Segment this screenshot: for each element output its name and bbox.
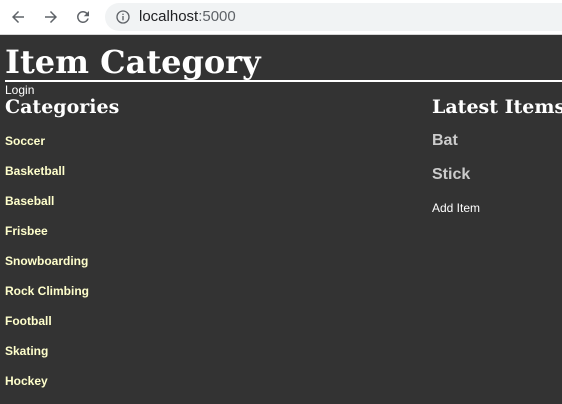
title-divider xyxy=(5,80,562,82)
browser-toolbar: localhost:5000 xyxy=(0,0,562,35)
back-button[interactable] xyxy=(7,6,29,28)
page-title: Item Category xyxy=(5,43,261,81)
back-arrow-icon xyxy=(12,11,24,23)
latest-item-bat[interactable]: Bat xyxy=(432,132,470,166)
info-icon[interactable] xyxy=(115,9,131,25)
category-link-skating[interactable]: Skating xyxy=(5,344,89,374)
latest-item-stick[interactable]: Stick xyxy=(432,166,470,200)
category-list: Soccer Basketball Baseball Frisbee Snowb… xyxy=(5,134,89,404)
forward-arrow-icon xyxy=(45,11,57,23)
forward-button[interactable] xyxy=(40,6,62,28)
category-link-frisbee[interactable]: Frisbee xyxy=(5,224,89,254)
categories-heading: Categories xyxy=(5,96,120,118)
category-link-rock-climbing[interactable]: Rock Climbing xyxy=(5,284,89,314)
url-port: :5000 xyxy=(198,8,236,25)
category-link-basketball[interactable]: Basketball xyxy=(5,164,89,194)
category-link-football[interactable]: Football xyxy=(5,314,89,344)
add-item-link[interactable]: Add Item xyxy=(432,201,480,215)
url-host: localhost xyxy=(139,8,199,25)
latest-items-heading: Latest Items xyxy=(432,96,562,118)
category-link-hockey[interactable]: Hockey xyxy=(5,374,89,404)
latest-items-list: Bat Stick xyxy=(432,132,470,200)
category-link-snowboarding[interactable]: Snowboarding xyxy=(5,254,89,284)
category-link-baseball[interactable]: Baseball xyxy=(5,194,89,224)
address-bar[interactable]: localhost:5000 xyxy=(105,3,562,31)
reload-icon xyxy=(77,11,89,23)
reload-button[interactable] xyxy=(72,6,94,28)
category-link-soccer[interactable]: Soccer xyxy=(5,134,89,164)
page-content: Item Category Login Categories Soccer Ba… xyxy=(0,35,562,403)
url-text[interactable]: localhost:5000 xyxy=(139,8,236,26)
